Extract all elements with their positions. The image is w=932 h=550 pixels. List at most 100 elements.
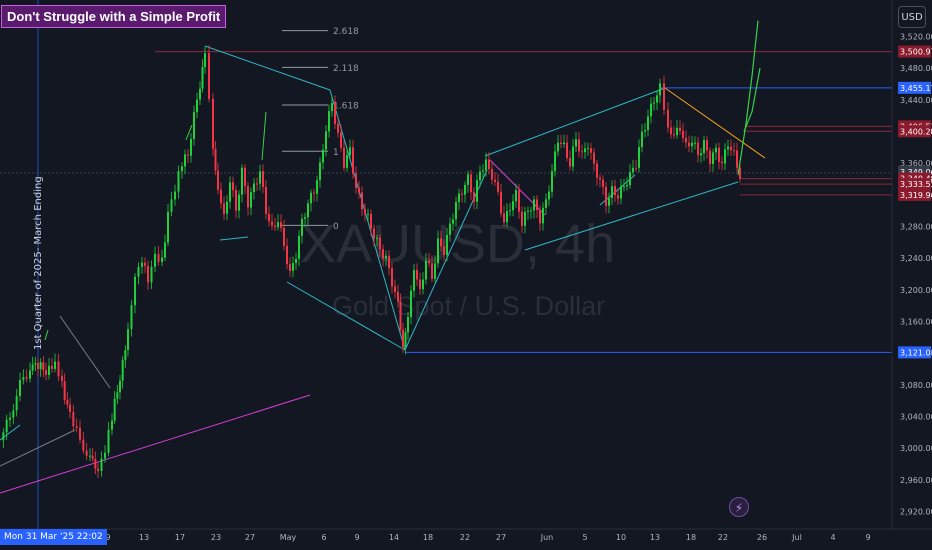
candle-body bbox=[15, 396, 18, 411]
candle-body bbox=[57, 361, 60, 377]
candle-body bbox=[461, 193, 463, 195]
candle-body bbox=[736, 150, 738, 168]
candle-body bbox=[259, 171, 261, 184]
candle-body bbox=[647, 116, 649, 131]
candle-body bbox=[75, 426, 78, 428]
candle-body bbox=[733, 150, 735, 152]
time-axis-label: 13 bbox=[139, 533, 149, 542]
candle-body bbox=[479, 171, 481, 181]
candle-body bbox=[691, 142, 693, 147]
candle-body bbox=[464, 184, 466, 195]
candle-body bbox=[319, 162, 321, 181]
price-chart[interactable]: XAUUSD, 4h Gold Spot / U.S. Dollar 1st Qua… bbox=[0, 0, 932, 550]
candle-body bbox=[79, 427, 81, 440]
candle-body bbox=[385, 255, 387, 259]
candle-body bbox=[124, 349, 127, 361]
candle-body bbox=[177, 171, 180, 192]
candle-body bbox=[265, 186, 267, 214]
fib-level-label: 1 bbox=[333, 148, 339, 158]
candle-body bbox=[340, 132, 342, 148]
candle-body bbox=[9, 417, 11, 420]
candle-body bbox=[119, 380, 121, 393]
candle-body bbox=[89, 455, 91, 457]
candle-body bbox=[596, 163, 598, 178]
candle-body bbox=[560, 142, 562, 145]
candle-body bbox=[563, 142, 565, 145]
candle-body bbox=[581, 151, 583, 153]
candle-body bbox=[150, 266, 153, 283]
candle-body bbox=[164, 242, 166, 258]
candle-body bbox=[488, 159, 490, 169]
candle-body bbox=[204, 53, 206, 68]
candle-body bbox=[536, 199, 538, 211]
candle-body bbox=[154, 253, 156, 267]
candle-body bbox=[39, 362, 42, 370]
candle-body bbox=[635, 167, 637, 169]
candle-body bbox=[31, 364, 34, 371]
candle-body bbox=[48, 365, 50, 375]
candle-body bbox=[724, 149, 726, 164]
candle-body bbox=[370, 213, 372, 229]
candle-body bbox=[494, 179, 496, 182]
candle-body bbox=[147, 265, 149, 283]
time-axis-label: 6 bbox=[321, 533, 326, 542]
fib-level-label: 2.118 bbox=[333, 64, 359, 74]
candle-body bbox=[434, 263, 436, 279]
candle-body bbox=[485, 159, 487, 171]
candle-body bbox=[443, 246, 445, 255]
candle-body bbox=[232, 182, 234, 191]
candle-body bbox=[632, 167, 634, 173]
price-tag-label: 3,121.01 bbox=[900, 348, 932, 357]
candle-body bbox=[286, 245, 288, 265]
candle-body bbox=[539, 210, 541, 224]
price-tag-label: 3,455.17 bbox=[900, 84, 932, 93]
time-axis-label: 14 bbox=[389, 533, 399, 542]
fib-level-label: 0 bbox=[333, 222, 339, 232]
candle-body bbox=[121, 360, 124, 381]
small-channel-line bbox=[219, 236, 249, 241]
candle-body bbox=[584, 148, 586, 153]
candle-body bbox=[608, 197, 610, 206]
candle-body bbox=[391, 268, 393, 287]
time-axis-label: 9 bbox=[354, 533, 359, 542]
wedge-upper-line bbox=[204, 45, 331, 91]
candle-body bbox=[201, 67, 204, 89]
candle-body bbox=[331, 103, 333, 112]
candle-body bbox=[247, 186, 249, 208]
candle-body bbox=[712, 152, 714, 164]
candle-body bbox=[685, 137, 687, 143]
candle-body bbox=[545, 199, 547, 208]
candle-body bbox=[301, 218, 303, 236]
candle-body bbox=[187, 154, 189, 156]
price-axis-label: 3,440.00 bbox=[900, 96, 932, 105]
candle-body bbox=[104, 452, 106, 459]
candle-body bbox=[641, 131, 643, 148]
candle-body bbox=[623, 186, 625, 188]
currency-button[interactable]: USD bbox=[898, 6, 926, 28]
chart-area[interactable]: XAUUSD, 4h Gold Spot / U.S. Dollar 1st Qua… bbox=[0, 0, 932, 550]
candle-body bbox=[694, 142, 696, 144]
candle-body bbox=[388, 255, 390, 269]
lightning-icon[interactable]: ⚡ bbox=[729, 497, 749, 517]
price-tag-label: 3,500.97 bbox=[900, 48, 932, 57]
candle-body bbox=[706, 140, 708, 151]
candle-body bbox=[298, 235, 300, 259]
projection-arrow bbox=[261, 111, 267, 161]
time-axis-label: 26 bbox=[757, 533, 767, 542]
candle-body bbox=[113, 398, 116, 421]
candle-body bbox=[593, 152, 595, 164]
candle-body bbox=[289, 264, 291, 271]
candle-body bbox=[316, 180, 318, 194]
candle-body bbox=[718, 147, 720, 162]
candle-body bbox=[196, 99, 198, 113]
time-axis-label: 13 bbox=[650, 533, 660, 542]
candle-body bbox=[422, 279, 424, 290]
candle-body bbox=[602, 179, 604, 187]
candle-body bbox=[5, 419, 8, 433]
candle-body bbox=[673, 134, 675, 136]
price-axis-label: 3,160.00 bbox=[900, 318, 932, 327]
time-axis-label: 18 bbox=[423, 533, 433, 542]
candle-body bbox=[614, 186, 616, 196]
candle-body bbox=[277, 222, 279, 228]
candle-body bbox=[238, 194, 240, 211]
